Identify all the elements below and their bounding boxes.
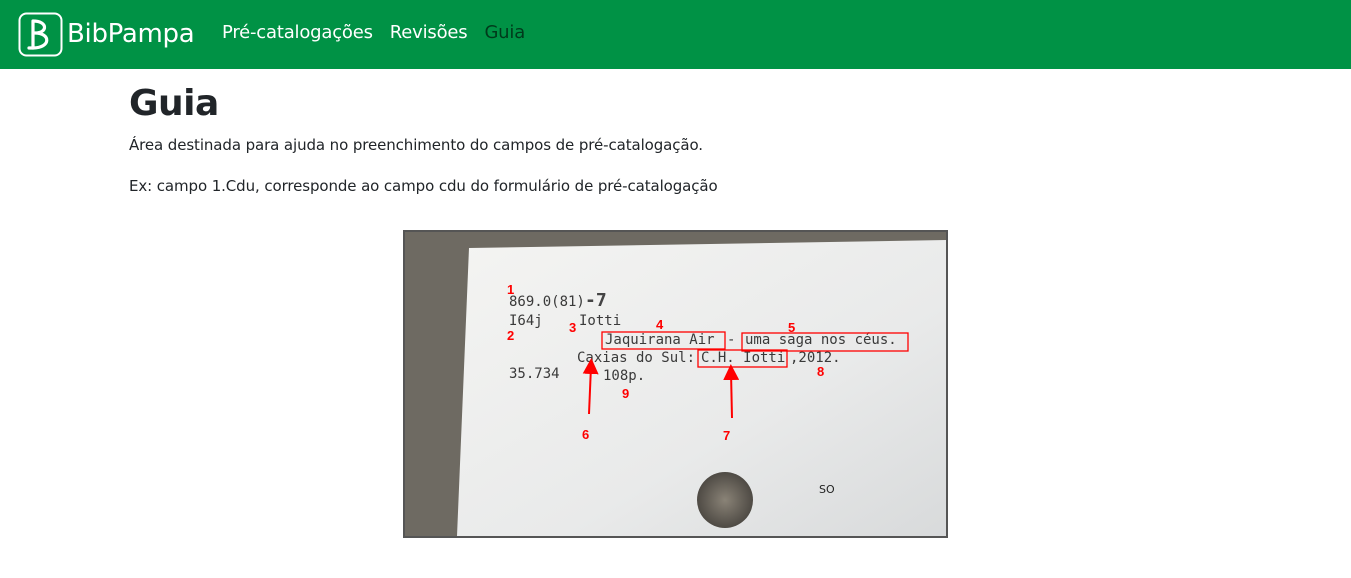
- card-publisher: C.H. Iotti: [701, 350, 785, 366]
- page-example: Ex: campo 1.Cdu, corresponde ao campo cd…: [129, 177, 718, 195]
- card-accession: 35.734: [509, 366, 560, 382]
- nav-pre-catalogacoes[interactable]: Pré-catalogações: [222, 22, 373, 43]
- marker-4: 4: [656, 317, 664, 332]
- card-punch-hole: [697, 472, 753, 528]
- marker-9: 9: [622, 386, 629, 401]
- card-subtitle: uma saga nos céus.: [745, 332, 897, 348]
- top-navbar: BibPampa Pré-catalogações Revisões Guia: [0, 0, 1351, 69]
- card-stamp: SO: [819, 483, 835, 496]
- marker-1: 1: [507, 282, 514, 297]
- card-dash: -: [727, 332, 735, 348]
- marker-6: 6: [582, 427, 589, 442]
- brand-link[interactable]: BibPampa: [18, 11, 195, 57]
- card-cdu: 869.0(81): [509, 294, 585, 310]
- page-title: Guia: [129, 83, 219, 124]
- card-pages: 108p.: [603, 368, 645, 384]
- catalog-card-guide-image: 869.0(81) -7 I64j Iotti Jaquirana Air - …: [403, 230, 948, 538]
- arrow-publisher: [723, 364, 740, 419]
- main-content: Guia Área destinada para ajuda no preenc…: [129, 80, 1229, 195]
- brand-name: BibPampa: [67, 19, 195, 49]
- card-title: Jaquirana Air: [605, 332, 715, 348]
- marker-8: 8: [817, 364, 824, 379]
- marker-3: 3: [569, 320, 576, 335]
- marker-2: 2: [507, 328, 514, 343]
- card-place: Caxias do Sul:: [577, 350, 695, 366]
- card-cdu-suffix: -7: [585, 290, 607, 311]
- card-author: Iotti: [579, 313, 621, 329]
- catalog-card-photo: 869.0(81) -7 I64j Iotti Jaquirana Air - …: [405, 232, 946, 536]
- bibpampa-logo-icon: [18, 12, 63, 56]
- nav-revisoes[interactable]: Revisões: [390, 22, 468, 43]
- card-cutter: I64j: [509, 313, 543, 329]
- marker-5: 5: [788, 320, 795, 335]
- nav-guia[interactable]: Guia: [484, 22, 525, 43]
- card-year: ,2012.: [790, 350, 841, 366]
- main-nav: Pré-catalogações Revisões Guia: [222, 22, 542, 43]
- page-description: Área destinada para ajuda no preenchimen…: [129, 136, 703, 154]
- marker-7: 7: [723, 428, 730, 443]
